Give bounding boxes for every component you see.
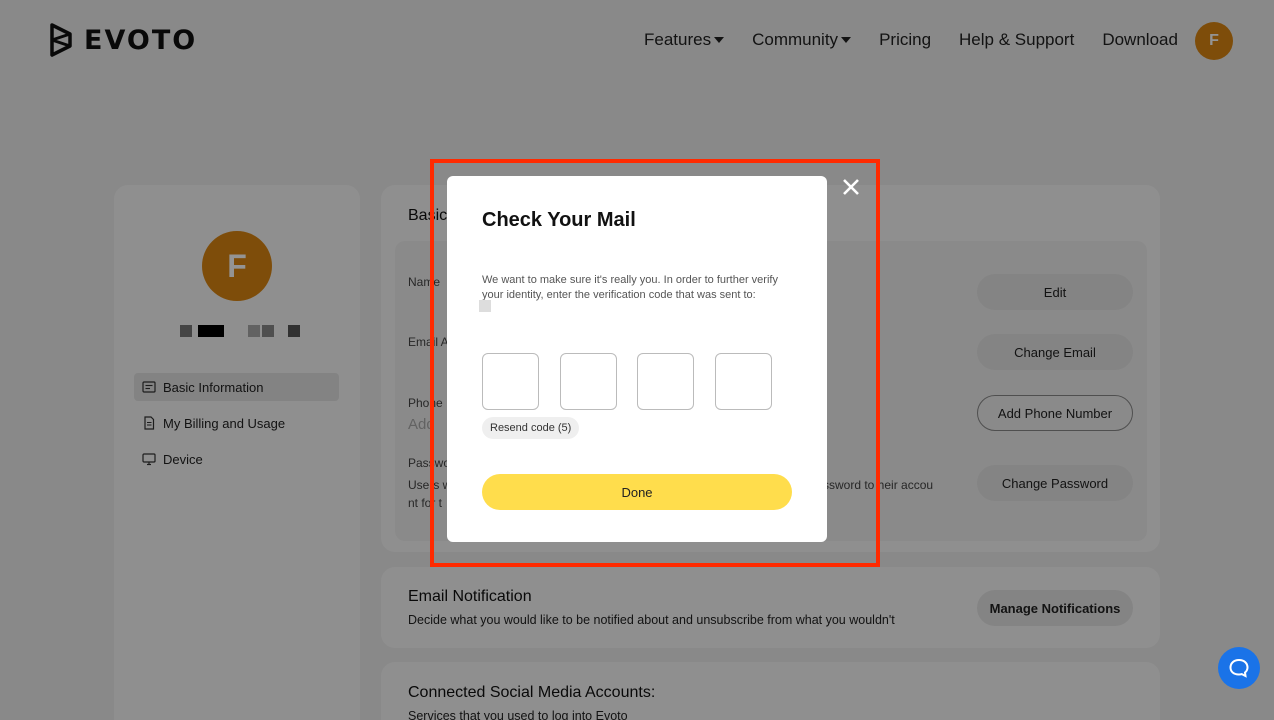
code-digit-3-input[interactable]: [637, 353, 694, 410]
redacted-email: [479, 300, 491, 312]
code-digit-1-input[interactable]: [482, 353, 539, 410]
verification-code-inputs: [482, 353, 792, 410]
check-mail-dialog: Check Your Mail We want to make sure it'…: [447, 176, 827, 542]
chat-bubble-icon: [1229, 658, 1249, 678]
close-icon-glyph: [843, 179, 859, 195]
code-digit-2-input[interactable]: [559, 353, 617, 410]
dialog-title: Check Your Mail: [482, 209, 636, 231]
live-chat-button[interactable]: [1218, 647, 1260, 689]
dialog-description: We want to make sure it's really you. In…: [482, 274, 778, 301]
done-button[interactable]: Done: [482, 474, 792, 510]
code-digit-4-input[interactable]: [714, 353, 772, 410]
resend-code-button[interactable]: Resend code (5): [482, 417, 580, 439]
close-icon[interactable]: [839, 175, 863, 199]
